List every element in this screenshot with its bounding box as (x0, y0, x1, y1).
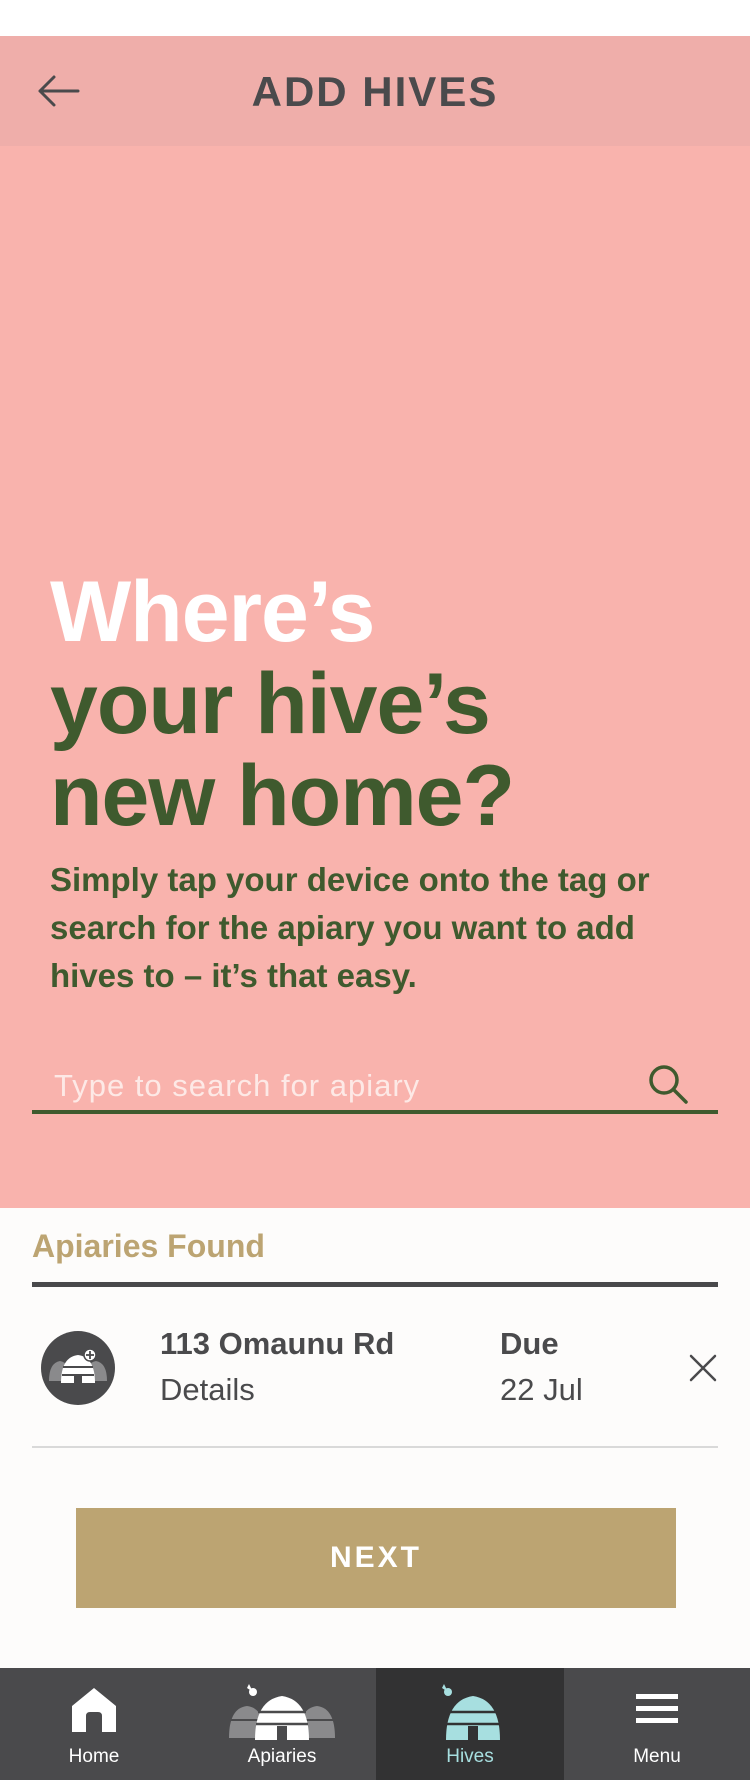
search-button[interactable] (646, 1062, 690, 1106)
hero-subtext: Simply tap your device onto the tag or s… (50, 861, 650, 994)
apiaries-found-title: Apiaries Found (32, 1228, 265, 1264)
search-field (32, 1060, 718, 1114)
bottom-nav: Home Apiaries Hives Menu (0, 1668, 750, 1780)
nav-label-hives: Hives (446, 1746, 494, 1767)
due-date: 22 Jul (500, 1372, 583, 1407)
apiary-hive-icon (49, 1348, 107, 1383)
headline-line-3: new home? (50, 748, 515, 844)
section-divider (32, 1282, 718, 1287)
nav-item-menu[interactable]: Menu (564, 1668, 750, 1780)
apiary-name: 113 Omaunu Rd (160, 1326, 395, 1361)
apiary-list-item[interactable]: 113 Omaunu Rd Details Due 22 Jul (32, 1290, 718, 1446)
apiary-details-link[interactable]: Details (160, 1372, 255, 1408)
nav-label-apiaries: Apiaries (247, 1746, 317, 1767)
search-input[interactable] (52, 1060, 636, 1112)
nav-label-home: Home (68, 1746, 120, 1767)
close-icon (689, 1354, 717, 1382)
hive-icon (442, 1684, 500, 1740)
status-bar (0, 0, 750, 36)
home-icon (72, 1688, 116, 1732)
next-button[interactable]: NEXT (76, 1508, 676, 1608)
due-label: Due (500, 1326, 559, 1361)
remove-apiary-button[interactable] (687, 1352, 719, 1384)
row-divider (32, 1446, 718, 1448)
page-title: ADD HIVES (251, 68, 499, 115)
nav-label-menu: Menu (633, 1746, 681, 1767)
apiary-avatar (41, 1331, 115, 1405)
nav-item-home[interactable]: Home (0, 1668, 188, 1780)
nav-item-hives[interactable]: Hives (376, 1668, 564, 1780)
headline-line-2: your hive’s (50, 656, 491, 752)
hero-section: Where’s your hive’s new home? Simply tap… (0, 146, 750, 1208)
apiaries-icon (229, 1684, 335, 1740)
menu-icon (636, 1694, 678, 1723)
search-icon (649, 1065, 688, 1104)
headline-line-1: Where’s (50, 564, 375, 660)
headline: Where’s your hive’s new home? (50, 564, 515, 844)
nav-item-apiaries[interactable]: Apiaries (188, 1668, 376, 1780)
app-header: ADD HIVES (0, 36, 750, 146)
